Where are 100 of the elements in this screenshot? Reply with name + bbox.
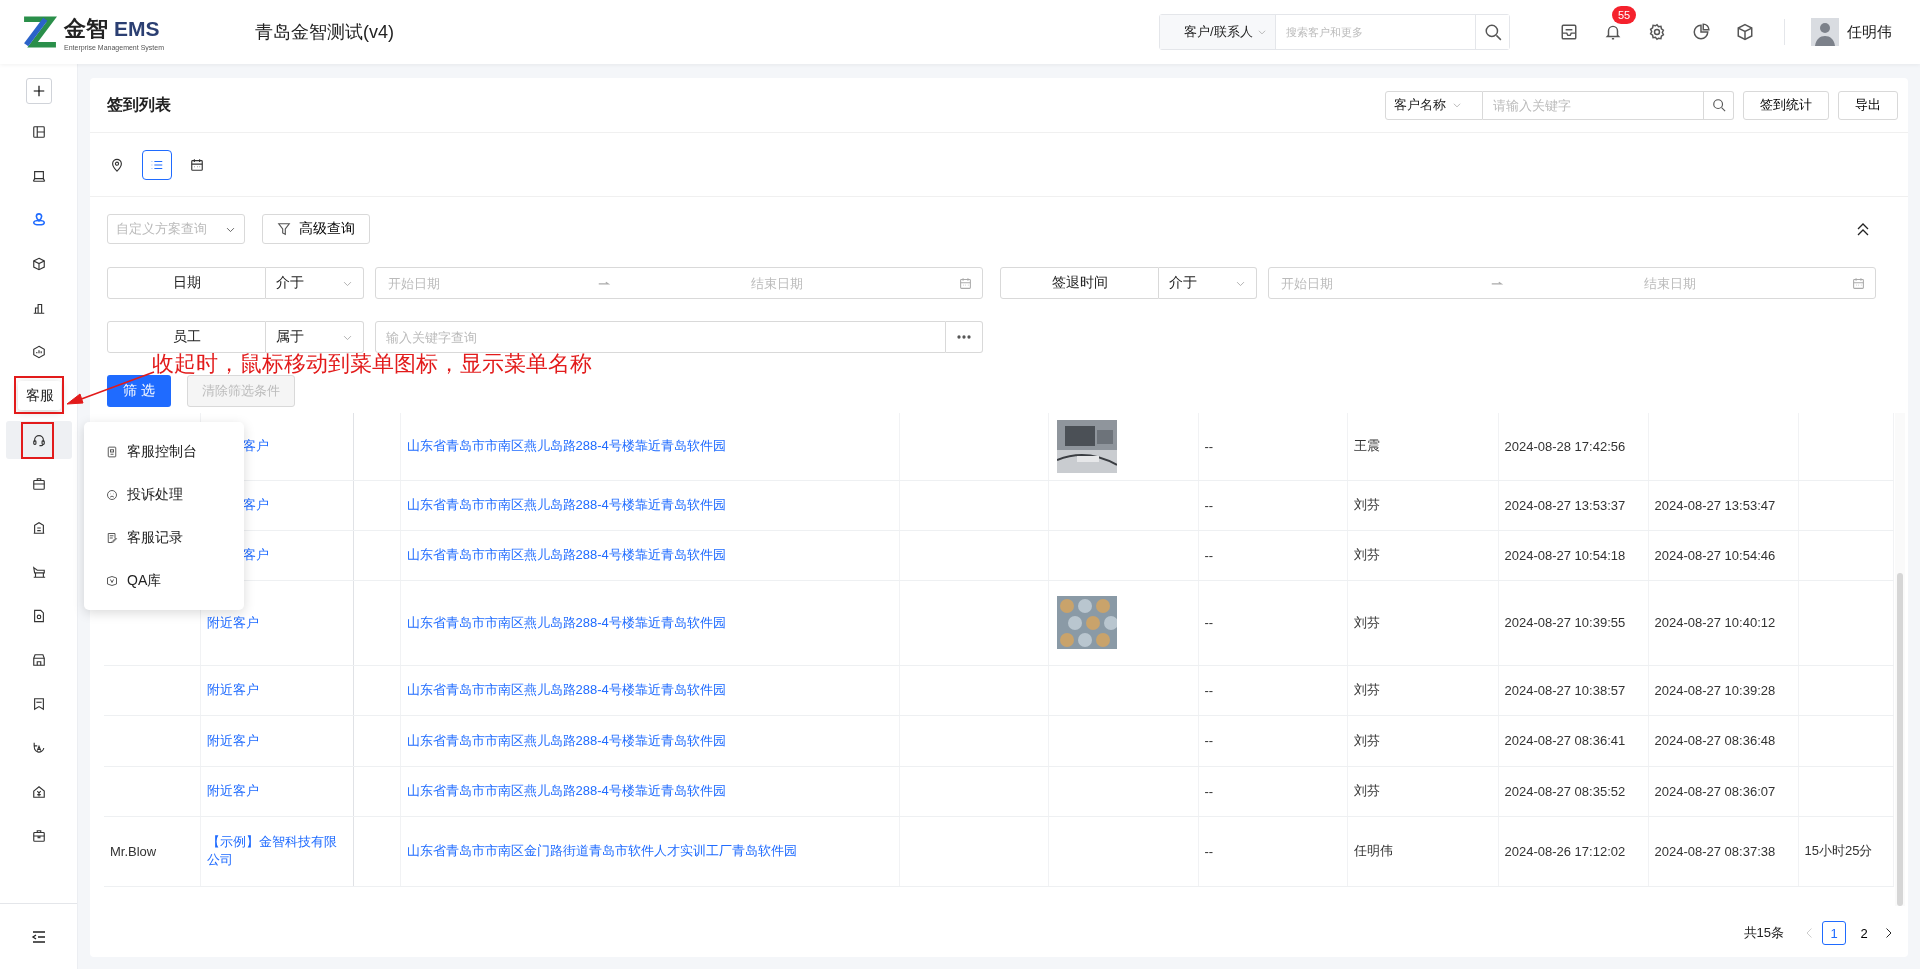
table-cell: -- <box>1204 438 1214 454</box>
table-link[interactable]: 山东省青岛市市南区燕儿岛路288-4号楼靠近青岛软件园 <box>406 783 726 798</box>
table-cell: 2024-08-27 10:54:18 <box>1504 547 1626 563</box>
table-cell: 2024-08-28 17:42:56 <box>1504 438 1626 454</box>
menu-item[interactable]: 客服控制台 <box>84 430 244 473</box>
brand-name: 金智 <box>64 14 108 43</box>
table-cell: -- <box>1204 733 1214 748</box>
condition-label: 员工 <box>107 321 266 353</box>
page-button[interactable]: 1 <box>1822 921 1846 945</box>
table-cell: 2024-08-27 10:39:28 <box>1654 682 1776 698</box>
table-link[interactable]: 【示例】金智科技有限公司 <box>206 833 347 869</box>
date-range-field[interactable]: 开始日期 结束日期 <box>1268 267 1876 299</box>
annotation-text: 收起时，鼠标移动到菜单图标，显示菜单名称 <box>152 350 592 378</box>
table-link[interactable]: 附近客户 <box>206 681 347 699</box>
table-cell: 刘芬 <box>1353 547 1380 562</box>
table-cell: -- <box>1204 843 1214 859</box>
table-cell: 2024-08-27 08:36:41 <box>1504 733 1626 748</box>
table-cell: 2024-08-27 10:38:57 <box>1504 682 1626 698</box>
keyword-field[interactable]: 请输入关键字 <box>1483 90 1704 120</box>
console-icon <box>106 445 118 458</box>
table-cell: 刘芬 <box>1353 682 1380 697</box>
more-button[interactable] <box>946 321 983 353</box>
calendar-icon <box>959 276 972 290</box>
table-link[interactable]: 山东省青岛市市南区燕儿岛路288-4号楼靠近青岛软件园 <box>406 438 726 454</box>
search-button[interactable] <box>1475 15 1509 49</box>
scope-select[interactable]: 客户名称 <box>1385 90 1483 120</box>
table-cell: 2024-08-27 08:36:07 <box>1654 783 1776 799</box>
table-cell: -- <box>1204 783 1214 799</box>
inbox-icon[interactable] <box>1560 23 1578 41</box>
scrollbar[interactable] <box>1895 413 1905 906</box>
table-cell: 2024-08-27 10:54:46 <box>1654 547 1776 563</box>
table-cell: 2024-08-27 13:53:37 <box>1504 497 1626 513</box>
table-link[interactable]: 山东省青岛市市南区燕儿岛路288-4号楼靠近青岛软件园 <box>406 732 726 748</box>
table-link[interactable]: 附近客户 <box>206 731 347 750</box>
table-cell: 2024-08-27 10:39:55 <box>1504 615 1626 630</box>
sad-face-icon <box>106 488 118 501</box>
product-name: EMS <box>114 16 160 41</box>
table-cell: 刘芬 <box>1353 614 1380 630</box>
operator-select[interactable]: 介于 <box>1159 267 1257 299</box>
table-cell: 2024-08-27 10:40:12 <box>1654 615 1776 630</box>
table-cell: Mr.Blow <box>110 843 157 859</box>
table-cell: -- <box>1204 547 1214 563</box>
caret-icon <box>1256 27 1267 37</box>
pie-chart-icon[interactable] <box>1692 23 1710 41</box>
annotation-box <box>21 422 54 459</box>
note-icon <box>106 531 118 544</box>
caret-icon <box>1452 100 1462 110</box>
page-title: 签到列表 <box>107 94 171 115</box>
app-title: 青岛金智测试(v4) <box>255 21 394 44</box>
add-button[interactable] <box>25 78 52 104</box>
table-cell: -- <box>1204 682 1214 698</box>
global-search-field[interactable]: 客户/联系人 搜索客户和更多 <box>1159 14 1510 50</box>
toolbar-button[interactable]: 签到统计 <box>1743 90 1829 120</box>
avatar[interactable] <box>1811 18 1839 46</box>
tooltip: 客服 <box>18 381 61 410</box>
table-cell: -- <box>1204 615 1214 630</box>
search-icon <box>1483 23 1502 41</box>
collapse-icon[interactable] <box>1855 221 1871 237</box>
table-cell: 2024-08-27 08:35:52 <box>1504 783 1626 799</box>
menu-item[interactable]: 客服记录 <box>84 516 244 559</box>
table-cell: -- <box>1204 497 1214 513</box>
toolbar-button[interactable]: 导出 <box>1838 90 1898 120</box>
total-count: 共15条 <box>1743 924 1784 942</box>
plus-icon <box>31 84 46 98</box>
scope-select[interactable]: 客户/联系人 <box>1160 15 1276 49</box>
table-cell: 王震 <box>1353 438 1380 454</box>
filter-button[interactable]: 筛 选 <box>107 375 171 407</box>
operator-select[interactable]: 介于 <box>266 267 364 299</box>
table-cell: 任明伟 <box>1353 843 1393 858</box>
settings-icon[interactable] <box>1648 23 1666 41</box>
search-icon <box>1711 98 1726 112</box>
calendar-icon <box>1852 276 1865 290</box>
table-link[interactable]: 附近客户 <box>206 613 347 632</box>
table-link[interactable]: 山东省青岛市市南区燕儿岛路288-4号楼靠近青岛软件园 <box>406 547 726 562</box>
view-toggle[interactable] <box>142 149 172 180</box>
table-link[interactable]: 附近客户 <box>206 782 347 800</box>
table-link[interactable]: 山东省青岛市市南区燕儿岛路288-4号楼靠近青岛软件园 <box>406 497 726 512</box>
table-cell: 2024-08-26 17:12:02 <box>1504 843 1626 859</box>
user-name[interactable]: 任明伟 <box>1847 22 1892 42</box>
date-range-field[interactable]: 开始日期 结束日期 <box>375 267 983 299</box>
table-link[interactable]: 山东省青岛市市南区燕儿岛路288-4号楼靠近青岛软件园 <box>406 682 726 697</box>
keyword-field[interactable]: 输入关键字查询 <box>375 321 946 353</box>
menu-item[interactable]: 投诉处理 <box>84 473 244 516</box>
condition-label: 日期 <box>107 267 266 299</box>
table-cell: 刘芬 <box>1353 783 1380 798</box>
calendar-icon <box>190 157 204 172</box>
search-button[interactable] <box>1704 90 1734 120</box>
table-link[interactable]: 山东省青岛市市南区燕儿岛路288-4号楼靠近青岛软件园 <box>406 614 726 630</box>
table-link[interactable]: 山东省青岛市市南区金门路街道青岛市软件人才实训工厂青岛软件园 <box>406 843 797 858</box>
operator-select[interactable]: 属于 <box>266 321 364 353</box>
collapse-menu-icon[interactable] <box>30 928 47 945</box>
table-cell: 2024-08-27 13:53:47 <box>1654 497 1776 513</box>
bell-icon[interactable] <box>1604 23 1622 41</box>
menu-item[interactable]: QA库 <box>84 559 244 602</box>
scheme-placeholder: 自定义方案查询 <box>116 220 207 238</box>
table-cell: 2024-08-27 08:36:48 <box>1654 733 1776 748</box>
table-cell: 刘芬 <box>1353 732 1380 748</box>
advanced-search-button[interactable]: 高级查询 <box>262 214 370 244</box>
table-cell: 2024-08-27 08:37:38 <box>1654 843 1776 859</box>
filter-icon <box>277 222 291 236</box>
